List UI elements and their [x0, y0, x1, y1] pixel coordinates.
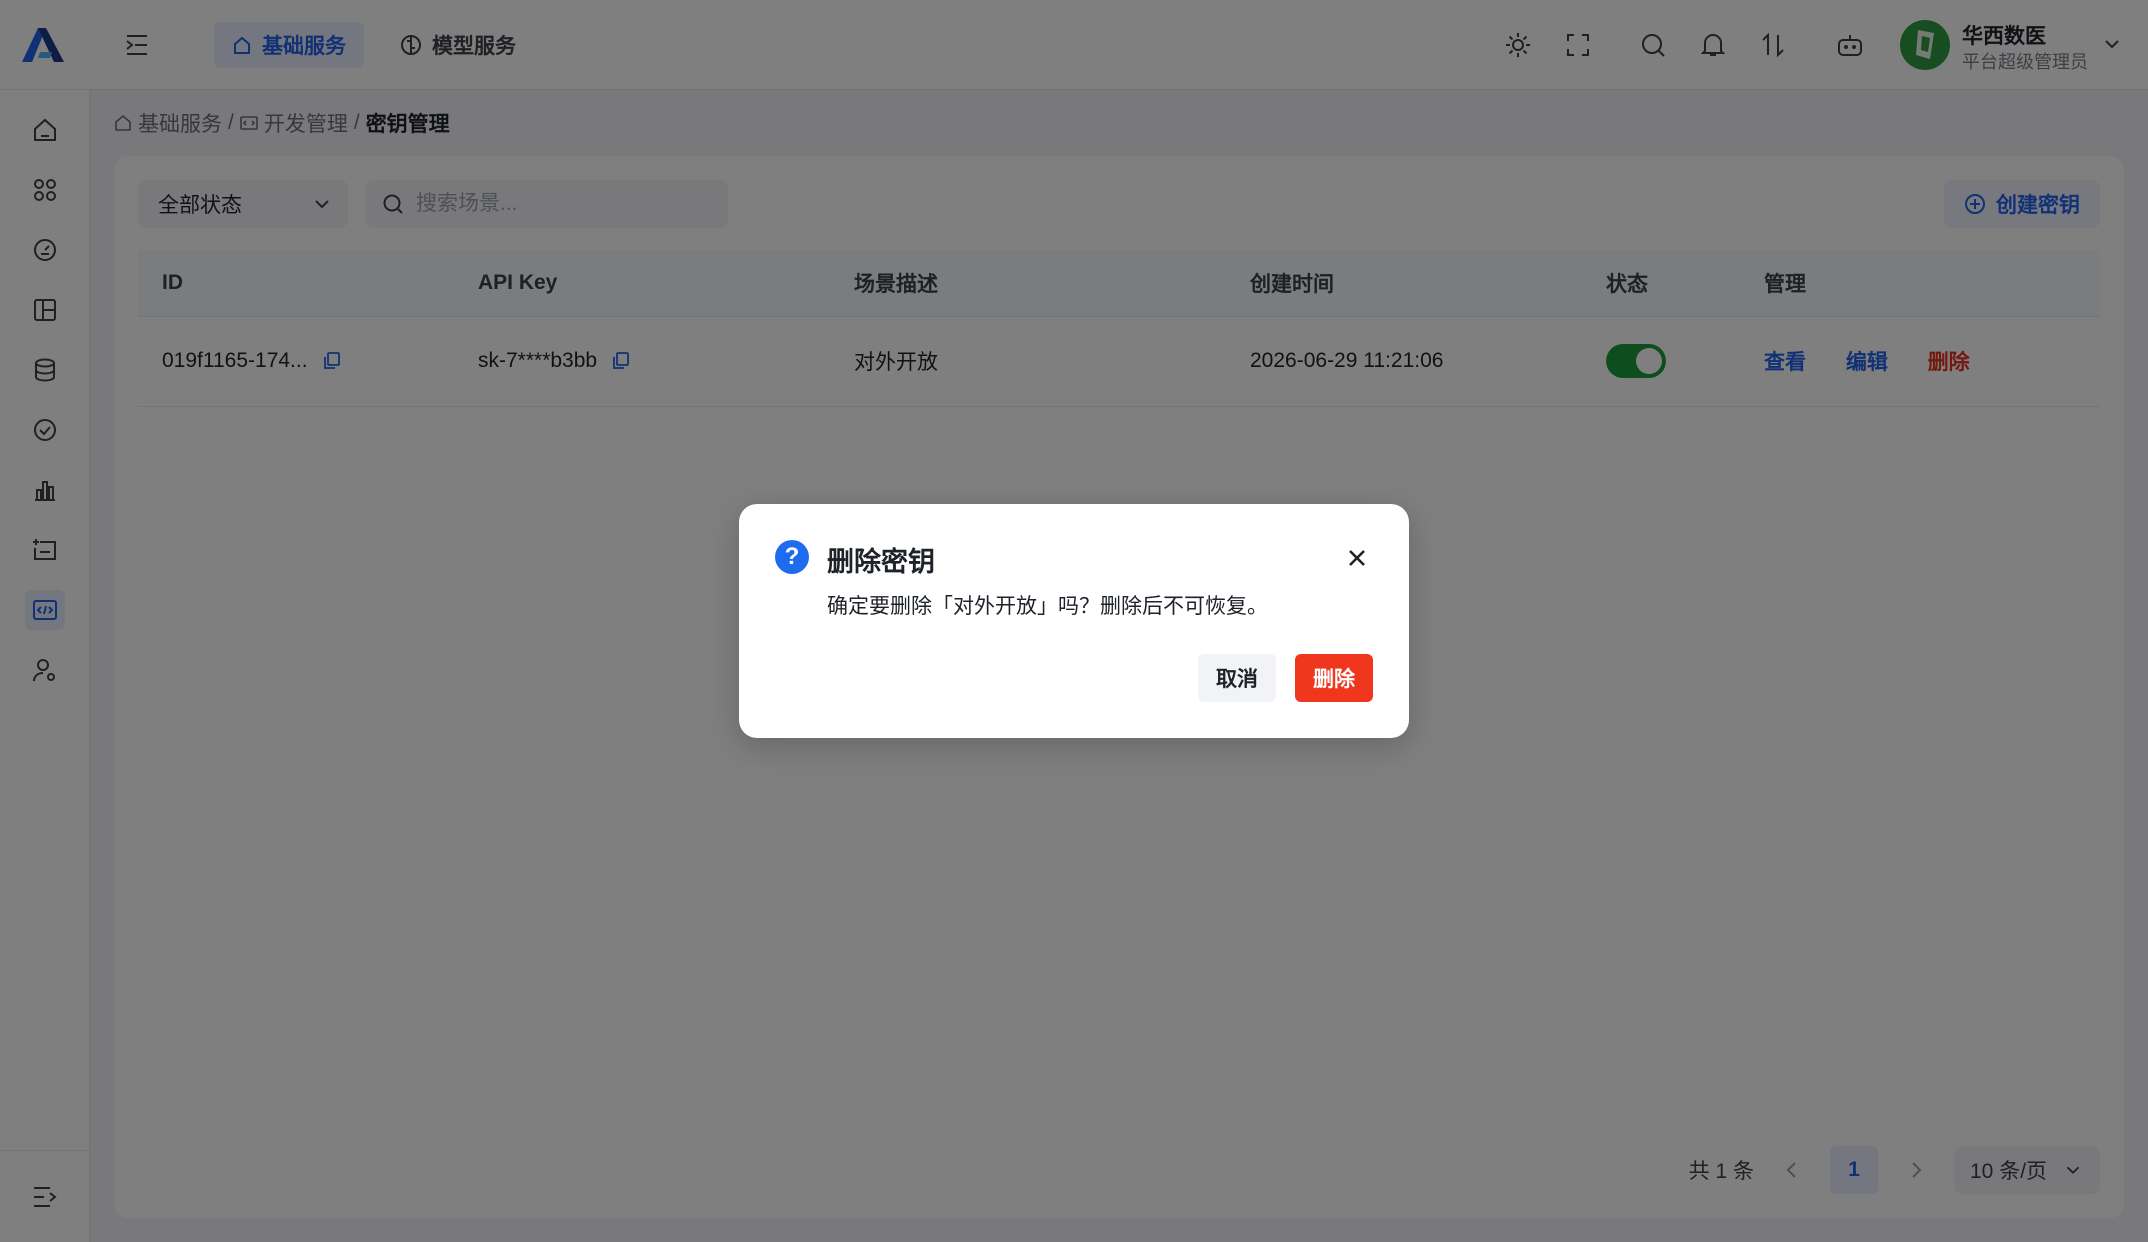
confirm-delete-button[interactable]: 删除: [1295, 654, 1373, 702]
app-root: 基础服务 模型服务 华西数医 平台超级管理员: [0, 0, 2148, 1242]
close-icon[interactable]: [1345, 546, 1369, 570]
dialog-title: 删除密钥: [827, 547, 935, 577]
cancel-button[interactable]: 取消: [1198, 654, 1276, 702]
delete-confirm-dialog: ? 删除密钥 确定要删除「对外开放」吗？删除后不可恢复。 取消 删除: [739, 504, 1409, 738]
question-icon: ?: [775, 540, 809, 574]
dialog-message: 确定要删除「对外开放」吗？删除后不可恢复。: [827, 595, 1268, 618]
